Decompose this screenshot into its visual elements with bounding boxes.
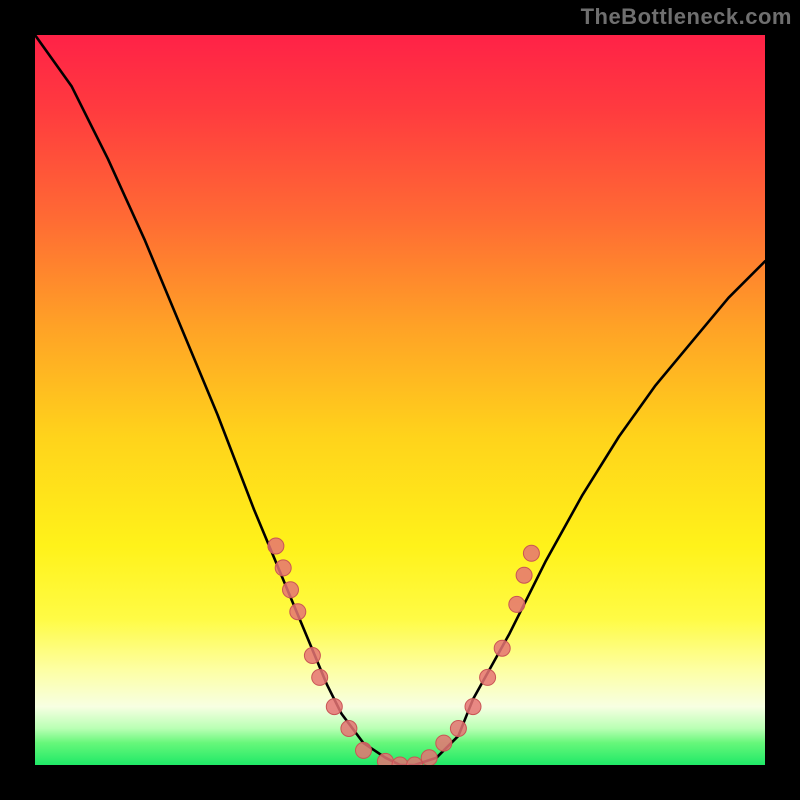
curve-marker xyxy=(312,669,328,685)
bottleneck-curve xyxy=(35,35,765,765)
curve-marker xyxy=(304,648,320,664)
curve-marker xyxy=(450,721,466,737)
curve-marker xyxy=(377,753,393,765)
curve-markers xyxy=(268,538,540,765)
curve-marker xyxy=(283,582,299,598)
curve-marker xyxy=(407,757,423,765)
curve-marker xyxy=(341,721,357,737)
chart-stage: TheBottleneck.com xyxy=(0,0,800,800)
curve-marker xyxy=(509,596,525,612)
curve-marker xyxy=(356,742,372,758)
chart-overlay xyxy=(35,35,765,765)
curve-marker xyxy=(436,735,452,751)
watermark-text: TheBottleneck.com xyxy=(581,4,792,30)
curve-marker xyxy=(480,669,496,685)
curve-marker xyxy=(421,750,437,765)
curve-marker xyxy=(326,699,342,715)
plot-area xyxy=(35,35,765,765)
curve-marker xyxy=(268,538,284,554)
curve-marker xyxy=(465,699,481,715)
curve-marker xyxy=(523,545,539,561)
curve-marker xyxy=(290,604,306,620)
curve-marker xyxy=(392,757,408,765)
curve-marker xyxy=(494,640,510,656)
curve-marker xyxy=(275,560,291,576)
curve-marker xyxy=(516,567,532,583)
